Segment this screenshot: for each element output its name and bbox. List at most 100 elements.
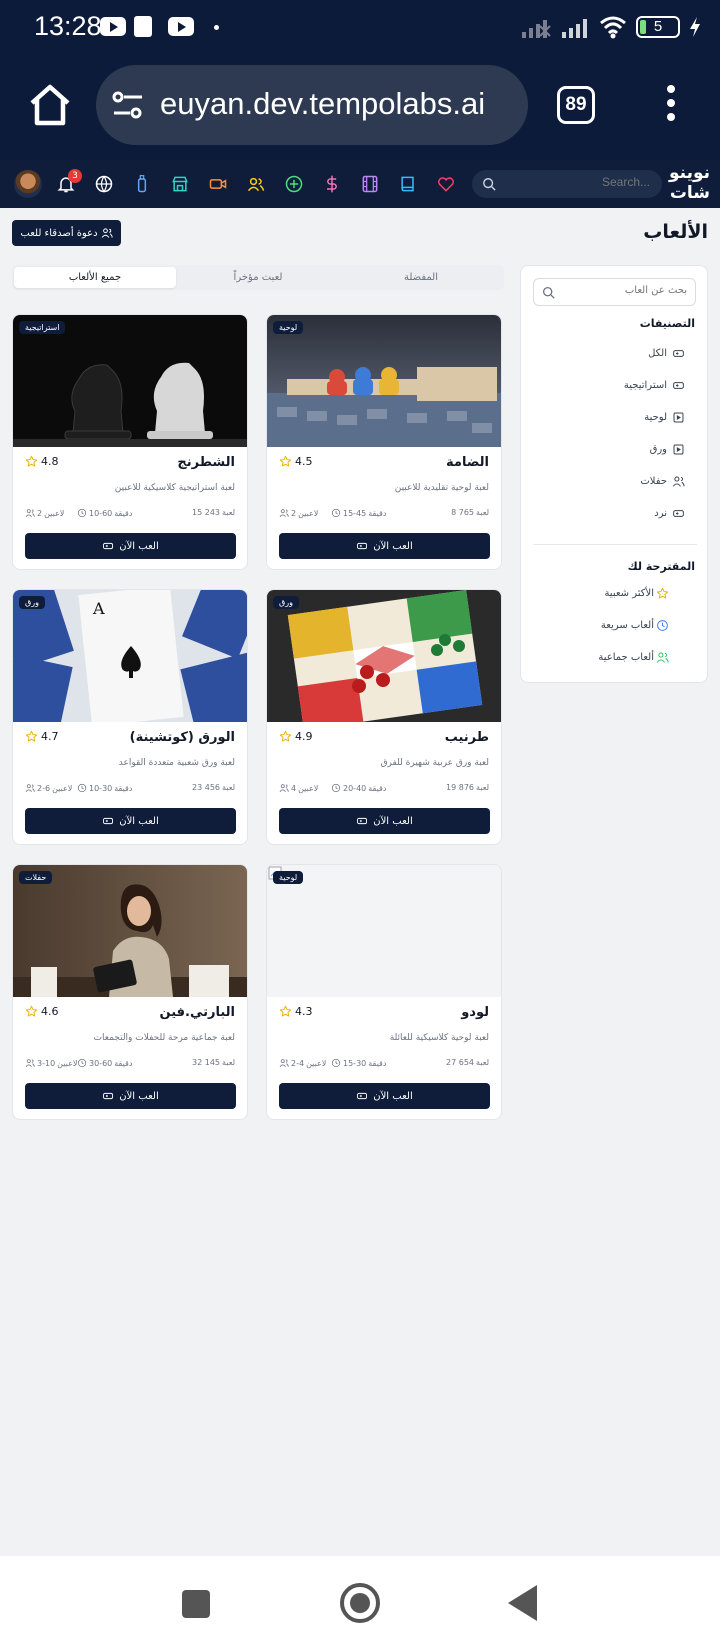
system-nav-bar bbox=[0, 1556, 720, 1650]
users-icon[interactable] bbox=[246, 174, 266, 194]
recommended-item[interactable]: ألعاب جماعية bbox=[598, 648, 669, 666]
game-rating: 4.5 bbox=[279, 455, 313, 468]
game-card[interactable]: حفلات البارتي.فين 4.6 لعبة جماعية مرحة ل… bbox=[12, 864, 248, 1120]
category-label: استراتيجية bbox=[623, 379, 667, 391]
site-settings-icon bbox=[112, 91, 142, 119]
game-card[interactable]: لوحية لودو 4.3 لعبة لوحية كلاسيكية للعائ… bbox=[266, 864, 502, 1120]
game-description: لعبة جماعية مرحة للحفلات والتجمعات bbox=[93, 1033, 235, 1043]
plays-value: 27 654 bbox=[446, 1058, 474, 1067]
game-meta: لعبة 27 654 دقيقة 15-30 لاعبين 2-4 bbox=[279, 1058, 489, 1070]
url-text: euyan.dev.tempolabs.ai bbox=[160, 86, 486, 121]
category-item[interactable]: لوحية bbox=[644, 408, 685, 426]
wifi-icon bbox=[600, 16, 626, 39]
play-now-label: العب الآن bbox=[119, 1090, 159, 1102]
video-icon[interactable] bbox=[208, 174, 228, 194]
game-rating: 4.8 bbox=[25, 455, 59, 468]
category-label: نرد bbox=[654, 507, 667, 519]
games-search-input[interactable] bbox=[557, 285, 687, 296]
category-item[interactable]: حفلات bbox=[640, 472, 685, 490]
address-bar[interactable]: euyan.dev.tempolabs.ai bbox=[96, 65, 528, 145]
play-now-button[interactable]: العب الآن bbox=[279, 1083, 490, 1109]
play-now-button[interactable]: العب الآن bbox=[25, 808, 236, 834]
board-icon bbox=[672, 443, 685, 456]
game-rating: 4.3 bbox=[279, 1005, 313, 1018]
duration-unit: دقيقة bbox=[114, 508, 133, 518]
game-meta: لعبة 19 876 دقيقة 20-40 لاعبين 4 bbox=[279, 783, 489, 795]
recommended-item[interactable]: الأكثر شعبية bbox=[604, 584, 669, 602]
game-image bbox=[267, 590, 501, 722]
global-search[interactable] bbox=[472, 170, 662, 198]
clock-icon bbox=[77, 1058, 87, 1068]
game-card[interactable]: لوحية الضامة 4.5 لعبة لوحية تقليدية للاع… bbox=[266, 314, 502, 570]
duration-value: 30-60 bbox=[89, 1058, 113, 1068]
game-title: لودو bbox=[461, 1005, 489, 1020]
duration-unit: دقيقة bbox=[368, 783, 387, 793]
category-badge: ورق bbox=[273, 596, 299, 609]
recommended-item[interactable]: ألعاب سريعة bbox=[601, 616, 669, 634]
tab-recently-played[interactable]: لعبت مؤخراً bbox=[177, 267, 339, 288]
bottle-icon[interactable] bbox=[132, 174, 152, 194]
users-icon bbox=[25, 508, 35, 518]
browser-menu-button[interactable] bbox=[664, 85, 678, 125]
star-icon bbox=[656, 587, 669, 600]
game-card[interactable]: استراتيجية الشطرنج 4.8 لعبة استراتيجية ك… bbox=[12, 314, 248, 570]
tab-favorites[interactable]: المفضلة bbox=[340, 267, 502, 288]
app-navbar: 3 نوينو شات bbox=[0, 160, 720, 208]
tab-switcher-button[interactable]: 89 bbox=[557, 86, 595, 124]
status-time: 13:28 bbox=[34, 11, 102, 41]
avatar[interactable] bbox=[14, 170, 42, 198]
play-now-label: العب الآن bbox=[373, 815, 413, 827]
duration-value: 15-45 bbox=[343, 508, 367, 518]
plays-value: 23 456 bbox=[192, 783, 220, 792]
home-nav-button[interactable] bbox=[340, 1583, 380, 1623]
play-now-button[interactable]: العب الآن bbox=[279, 808, 490, 834]
players: لاعبين 2-6 bbox=[25, 783, 72, 793]
category-label: ورق bbox=[649, 443, 667, 455]
game-card[interactable]: A ورق الورق (كوتشينة) 4.7 لعبة ورق شعبية… bbox=[12, 589, 248, 845]
users-icon bbox=[25, 783, 35, 793]
users-icon bbox=[656, 651, 669, 664]
clock-icon bbox=[656, 619, 669, 632]
category-item[interactable]: استراتيجية bbox=[624, 376, 685, 394]
play-now-button[interactable]: العب الآن bbox=[25, 533, 236, 559]
duration-value: 15-30 bbox=[343, 1058, 367, 1068]
category-item[interactable]: نرد bbox=[654, 504, 685, 522]
back-button[interactable] bbox=[508, 1585, 537, 1621]
game-card[interactable]: ورق طرنيب 4.9 لعبة ورق عربية شهيرة للفرق… bbox=[266, 589, 502, 845]
invite-friends-button[interactable]: دعوة أصدقاء للعب bbox=[12, 220, 121, 246]
game-image: A bbox=[13, 590, 247, 722]
book-icon[interactable] bbox=[398, 174, 418, 194]
category-item[interactable]: الكل bbox=[648, 344, 685, 362]
gamepad-icon bbox=[356, 1090, 368, 1102]
players-value: 2 bbox=[37, 508, 43, 518]
users-icon bbox=[101, 228, 113, 238]
invite-label: دعوة أصدقاء للعب bbox=[20, 227, 98, 239]
globe-icon[interactable] bbox=[94, 174, 114, 194]
play-now-button[interactable]: العب الآن bbox=[279, 533, 490, 559]
games-search[interactable] bbox=[533, 278, 696, 306]
tab-all-games[interactable]: جميع الألعاب bbox=[14, 267, 176, 288]
rating-value: 4.7 bbox=[41, 730, 59, 743]
players-value: 2 bbox=[291, 508, 297, 518]
film-icon[interactable] bbox=[360, 174, 380, 194]
recents-button[interactable] bbox=[182, 1590, 210, 1618]
page-title: الألعاب bbox=[643, 221, 708, 243]
clock-icon bbox=[331, 1058, 341, 1068]
home-button[interactable] bbox=[26, 81, 74, 129]
plays-count: لعبة 23 456 bbox=[192, 783, 235, 792]
category-item[interactable]: ورق bbox=[650, 440, 685, 458]
star-icon bbox=[25, 730, 38, 743]
heart-icon[interactable] bbox=[436, 174, 456, 194]
players: لاعبين 2 bbox=[25, 508, 64, 518]
add-circle-icon[interactable] bbox=[284, 174, 304, 194]
brand-logo[interactable]: نوينو شات bbox=[669, 163, 710, 203]
global-search-input[interactable] bbox=[510, 175, 650, 189]
game-image bbox=[13, 865, 247, 997]
star-icon bbox=[279, 455, 292, 468]
users-icon bbox=[25, 1058, 35, 1068]
store-icon[interactable] bbox=[170, 174, 190, 194]
game-meta: لعبة 15 243 دقيقة 10-60 لاعبين 2 bbox=[25, 508, 235, 520]
users-icon bbox=[672, 475, 685, 488]
play-now-button[interactable]: العب الآن bbox=[25, 1083, 236, 1109]
dollar-icon[interactable] bbox=[322, 174, 342, 194]
